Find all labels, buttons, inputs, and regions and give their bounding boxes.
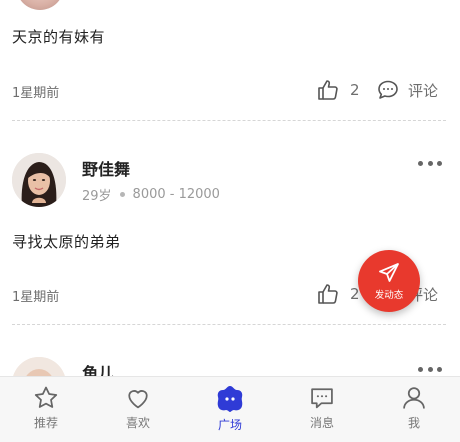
dot-icon (437, 160, 442, 166)
user-age: 29岁 (82, 189, 112, 204)
post-time: 1星期前 (12, 86, 60, 101)
plaza-icon (217, 386, 243, 412)
send-icon (379, 263, 399, 282)
star-icon (34, 386, 58, 408)
thumbs-up-icon (318, 284, 338, 304)
tab-label: 我 (407, 416, 420, 430)
bottom-tab-bar: 推荐 喜欢 广场 消息 我 (0, 376, 460, 442)
like-count: 2 (350, 81, 360, 99)
user-name[interactable]: 野佳舞 (82, 156, 130, 180)
tab-plaza[interactable]: 广场 (184, 377, 276, 442)
post-text: 天京的有妹有 (12, 28, 106, 46)
dot-icon (418, 160, 423, 166)
tab-me[interactable]: 我 (368, 377, 460, 442)
heart-icon (128, 390, 148, 409)
dot-icon (427, 160, 433, 166)
dot-icon (427, 366, 433, 372)
user-income: 8000 - 12000 (132, 187, 220, 202)
comment-icon (378, 80, 398, 99)
divider (12, 120, 446, 121)
post-text: 寻找太原的弟弟 (12, 233, 121, 251)
comment-label: 评论 (408, 81, 439, 100)
post-update-fab[interactable]: 发动态 (358, 250, 420, 312)
dot-separator (119, 192, 125, 197)
tab-label: 消息 (309, 416, 334, 430)
person-icon (403, 387, 425, 409)
tab-messages[interactable]: 消息 (276, 377, 368, 442)
like-button[interactable]: 2 (316, 78, 360, 102)
tab-label: 广场 (217, 418, 242, 432)
user-name[interactable]: 角儿 (82, 360, 114, 376)
comment-button[interactable]: 评论 (376, 78, 438, 102)
tab-label: 推荐 (33, 416, 58, 430)
thumbs-up-icon (318, 80, 338, 100)
dot-icon (437, 366, 442, 372)
post-meta-row: 1星期前 2 评论 (0, 78, 460, 102)
avatar[interactable] (12, 357, 66, 376)
divider (12, 324, 446, 325)
avatar[interactable] (16, 0, 64, 10)
tab-recommend[interactable]: 推荐 (0, 377, 92, 442)
message-icon (311, 388, 333, 409)
tab-like[interactable]: 喜欢 (92, 377, 184, 442)
avatar[interactable] (12, 153, 66, 207)
feed-list[interactable]: 天京的有妹有 1星期前 2 评论 野佳舞 29岁 8000 - 12000 寻找… (0, 0, 460, 376)
like-button[interactable]: 2 (316, 282, 360, 306)
avatar-photo (12, 153, 66, 207)
post-time: 1星期前 (12, 290, 60, 305)
dot-icon (418, 366, 423, 372)
fab-label: 发动态 (374, 290, 404, 301)
more-options-button[interactable] (418, 158, 442, 168)
tab-label: 喜欢 (125, 416, 150, 430)
avatar-photo (12, 357, 66, 376)
user-meta: 29岁 8000 - 12000 (82, 185, 220, 204)
more-options-button[interactable] (418, 364, 442, 374)
